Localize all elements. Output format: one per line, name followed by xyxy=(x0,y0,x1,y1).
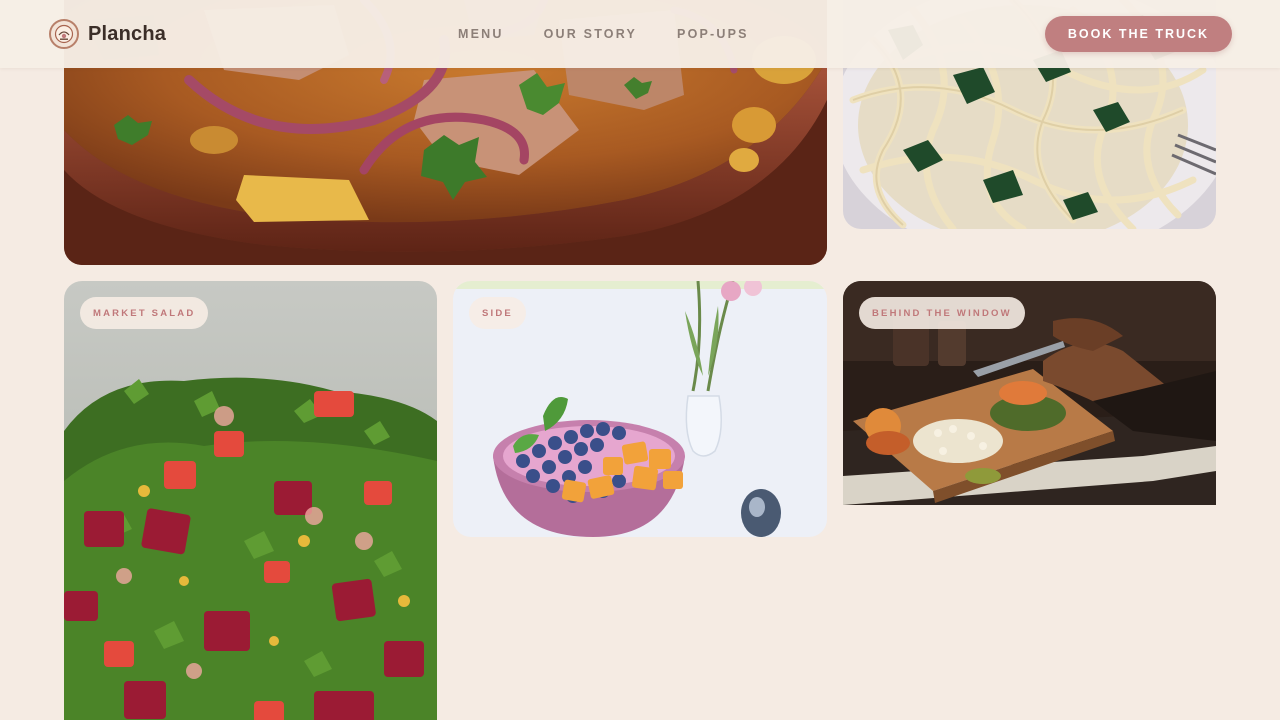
nav-link-our-story[interactable]: OUR STORY xyxy=(544,26,637,42)
main-nav: MENU OUR STORY POP-UPS xyxy=(458,26,789,42)
food-truck-emblem-icon xyxy=(49,19,79,49)
card-tag-behind-the-window: BEHIND THE WINDOW xyxy=(859,297,1025,329)
gallery-card-market-salad[interactable]: MARKET SALAD xyxy=(64,281,437,720)
beet-salad-photo xyxy=(64,281,437,720)
nav-link-menu[interactable]: MENU xyxy=(458,26,504,42)
gallery-card-side[interactable]: SIDE xyxy=(453,281,827,537)
site-header: Plancha MENU OUR STORY POP-UPS BOOK THE … xyxy=(0,0,1280,68)
book-the-truck-button[interactable]: BOOK THE TRUCK xyxy=(1045,16,1232,52)
card-tag-side: SIDE xyxy=(469,297,526,329)
brand-link[interactable]: Plancha xyxy=(49,19,166,49)
brand-name: Plancha xyxy=(88,22,167,45)
card-tag-market-salad: MARKET SALAD xyxy=(80,297,209,329)
gallery-card-behind-the-window[interactable]: BEHIND THE WINDOW xyxy=(843,281,1216,505)
nav-link-pop-ups[interactable]: POP-UPS xyxy=(677,26,749,42)
